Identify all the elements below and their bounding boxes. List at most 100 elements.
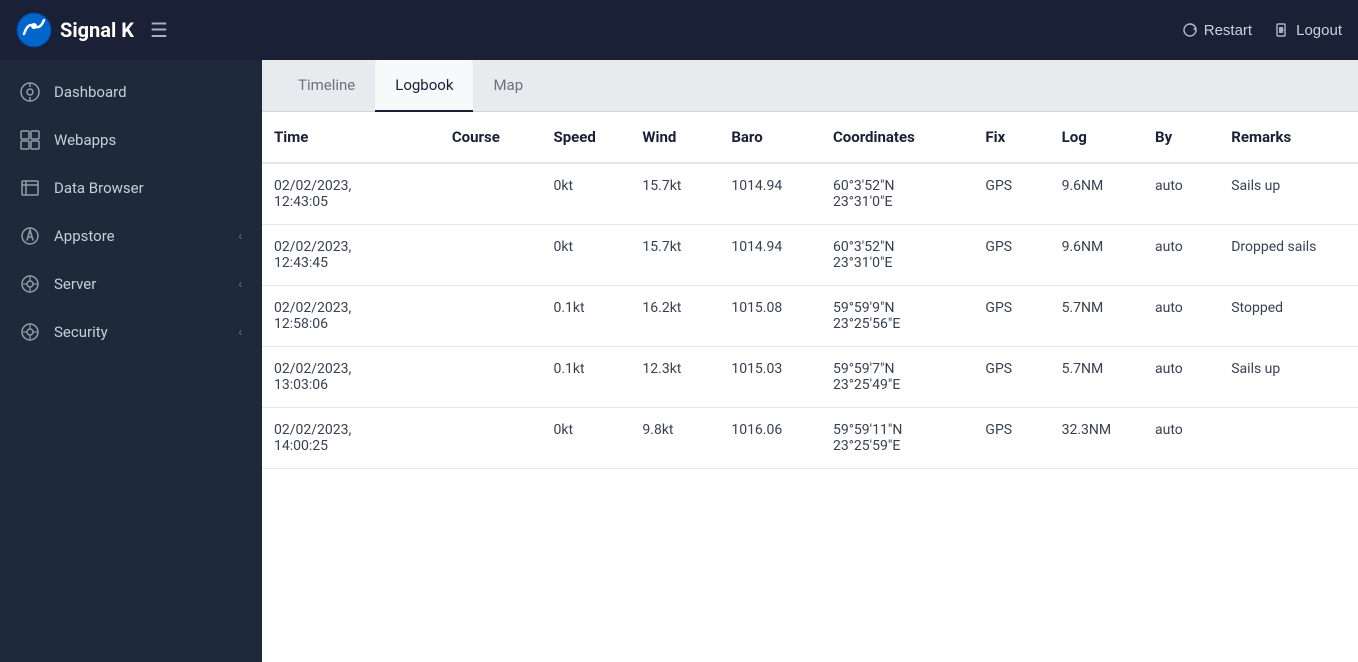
cell-fix: GPS <box>973 225 1049 286</box>
logo-icon <box>16 12 52 48</box>
cell-remarks: Sails up <box>1219 347 1358 408</box>
cell-speed: 0kt <box>541 225 630 286</box>
cell-by: auto <box>1143 347 1219 408</box>
col-header-speed: Speed <box>541 112 630 163</box>
table-header: Time Course Speed Wind Baro Coordinates … <box>262 112 1358 163</box>
cell-remarks: Stopped <box>1219 286 1358 347</box>
security-icon <box>20 322 40 342</box>
cell-speed: 0.1kt <box>541 286 630 347</box>
cell-coordinates: 60°3′52″N23°31′0″E <box>821 225 973 286</box>
cell-time: 02/02/2023,12:58:06 <box>262 286 440 347</box>
sidebar-item-webapps[interactable]: Webapps <box>0 116 262 164</box>
cell-course <box>440 225 542 286</box>
cell-by: auto <box>1143 408 1219 469</box>
cell-speed: 0.1kt <box>541 347 630 408</box>
table-row: 02/02/2023,12:58:060.1kt16.2kt1015.0859°… <box>262 286 1358 347</box>
cell-coordinates: 59°59′7″N23°25′49″E <box>821 347 973 408</box>
col-header-coordinates: Coordinates <box>821 112 973 163</box>
cell-wind: 15.7kt <box>630 225 719 286</box>
cell-wind: 16.2kt <box>630 286 719 347</box>
cell-course <box>440 163 542 225</box>
sidebar: Dashboard Webapps Data Browser <box>0 60 262 662</box>
col-header-wind: Wind <box>630 112 719 163</box>
cell-remarks <box>1219 408 1358 469</box>
cell-remarks: Sails up <box>1219 163 1358 225</box>
logbook-table-area: Time Course Speed Wind Baro Coordinates … <box>262 112 1358 662</box>
topbar: Signal K ☰ Restart Logout <box>0 0 1358 60</box>
cell-time: 02/02/2023,14:00:25 <box>262 408 440 469</box>
sidebar-item-label: Dashboard <box>54 83 127 101</box>
col-header-time: Time <box>262 112 440 163</box>
sidebar-item-data-browser[interactable]: Data Browser <box>0 164 262 212</box>
tab-timeline[interactable]: Timeline <box>278 60 375 112</box>
cell-coordinates: 59°59′9″N23°25′56″E <box>821 286 973 347</box>
cell-course <box>440 286 542 347</box>
table-row: 02/02/2023,12:43:450kt15.7kt1014.9460°3′… <box>262 225 1358 286</box>
cell-log: 5.7NM <box>1050 347 1143 408</box>
table-row: 02/02/2023,13:03:060.1kt12.3kt1015.0359°… <box>262 347 1358 408</box>
col-header-by: By <box>1143 112 1219 163</box>
cell-coordinates: 60°3′52″N23°31′0″E <box>821 163 973 225</box>
tab-map[interactable]: Map <box>473 60 543 112</box>
cell-coordinates: 59°59′11″N23°25′59″E <box>821 408 973 469</box>
main-content: Timeline Logbook Map Time Course Speed W… <box>262 60 1358 662</box>
table-body: 02/02/2023,12:43:050kt15.7kt1014.9460°3′… <box>262 163 1358 469</box>
topbar-right: Restart Logout <box>1182 22 1342 39</box>
appstore-icon <box>20 226 40 246</box>
col-header-baro: Baro <box>719 112 821 163</box>
cell-baro: 1014.94 <box>719 163 821 225</box>
restart-icon <box>1182 22 1198 38</box>
cell-log: 5.7NM <box>1050 286 1143 347</box>
layout: Dashboard Webapps Data Browser <box>0 60 1358 662</box>
data-browser-icon <box>20 178 40 198</box>
sidebar-arrow: ‹ <box>238 229 242 243</box>
tab-logbook[interactable]: Logbook <box>375 60 473 112</box>
sidebar-item-server[interactable]: Server ‹ <box>0 260 262 308</box>
sidebar-item-label: Data Browser <box>54 179 144 197</box>
cell-time: 02/02/2023,12:43:45 <box>262 225 440 286</box>
cell-speed: 0kt <box>541 408 630 469</box>
cell-by: auto <box>1143 163 1219 225</box>
logout-button[interactable]: Logout <box>1276 22 1342 39</box>
logout-label: Logout <box>1296 22 1342 39</box>
cell-baro: 1015.03 <box>719 347 821 408</box>
logo[interactable]: Signal K <box>16 12 134 48</box>
cell-fix: GPS <box>973 347 1049 408</box>
table-row: 02/02/2023,14:00:250kt9.8kt1016.0659°59′… <box>262 408 1358 469</box>
sidebar-item-label: Server <box>54 275 96 293</box>
cell-speed: 0kt <box>541 163 630 225</box>
cell-wind: 9.8kt <box>630 408 719 469</box>
cell-time: 02/02/2023,13:03:06 <box>262 347 440 408</box>
cell-course <box>440 408 542 469</box>
cell-by: auto <box>1143 286 1219 347</box>
restart-label: Restart <box>1204 22 1252 39</box>
sidebar-arrow: ‹ <box>238 277 242 291</box>
sidebar-item-security[interactable]: Security ‹ <box>0 308 262 356</box>
cell-fix: GPS <box>973 286 1049 347</box>
col-header-fix: Fix <box>973 112 1049 163</box>
dashboard-icon <box>20 82 40 102</box>
sidebar-item-appstore[interactable]: Appstore ‹ <box>0 212 262 260</box>
cell-log: 9.6NM <box>1050 163 1143 225</box>
cell-wind: 15.7kt <box>630 163 719 225</box>
cell-log: 32.3NM <box>1050 408 1143 469</box>
webapps-icon <box>20 130 40 150</box>
sidebar-item-label: Webapps <box>54 131 116 149</box>
cell-fix: GPS <box>973 163 1049 225</box>
app-name: Signal K <box>60 18 134 42</box>
sidebar-item-dashboard[interactable]: Dashboard <box>0 68 262 116</box>
logbook-table: Time Course Speed Wind Baro Coordinates … <box>262 112 1358 469</box>
tab-bar: Timeline Logbook Map <box>262 60 1358 112</box>
col-header-log: Log <box>1050 112 1143 163</box>
table-row: 02/02/2023,12:43:050kt15.7kt1014.9460°3′… <box>262 163 1358 225</box>
cell-fix: GPS <box>973 408 1049 469</box>
cell-log: 9.6NM <box>1050 225 1143 286</box>
cell-course <box>440 347 542 408</box>
restart-button[interactable]: Restart <box>1182 22 1252 39</box>
sidebar-item-label: Security <box>54 323 108 341</box>
cell-by: auto <box>1143 225 1219 286</box>
cell-remarks: Dropped sails <box>1219 225 1358 286</box>
sidebar-arrow: ‹ <box>238 325 242 339</box>
col-header-remarks: Remarks <box>1219 112 1358 163</box>
hamburger-button[interactable]: ☰ <box>150 18 168 43</box>
